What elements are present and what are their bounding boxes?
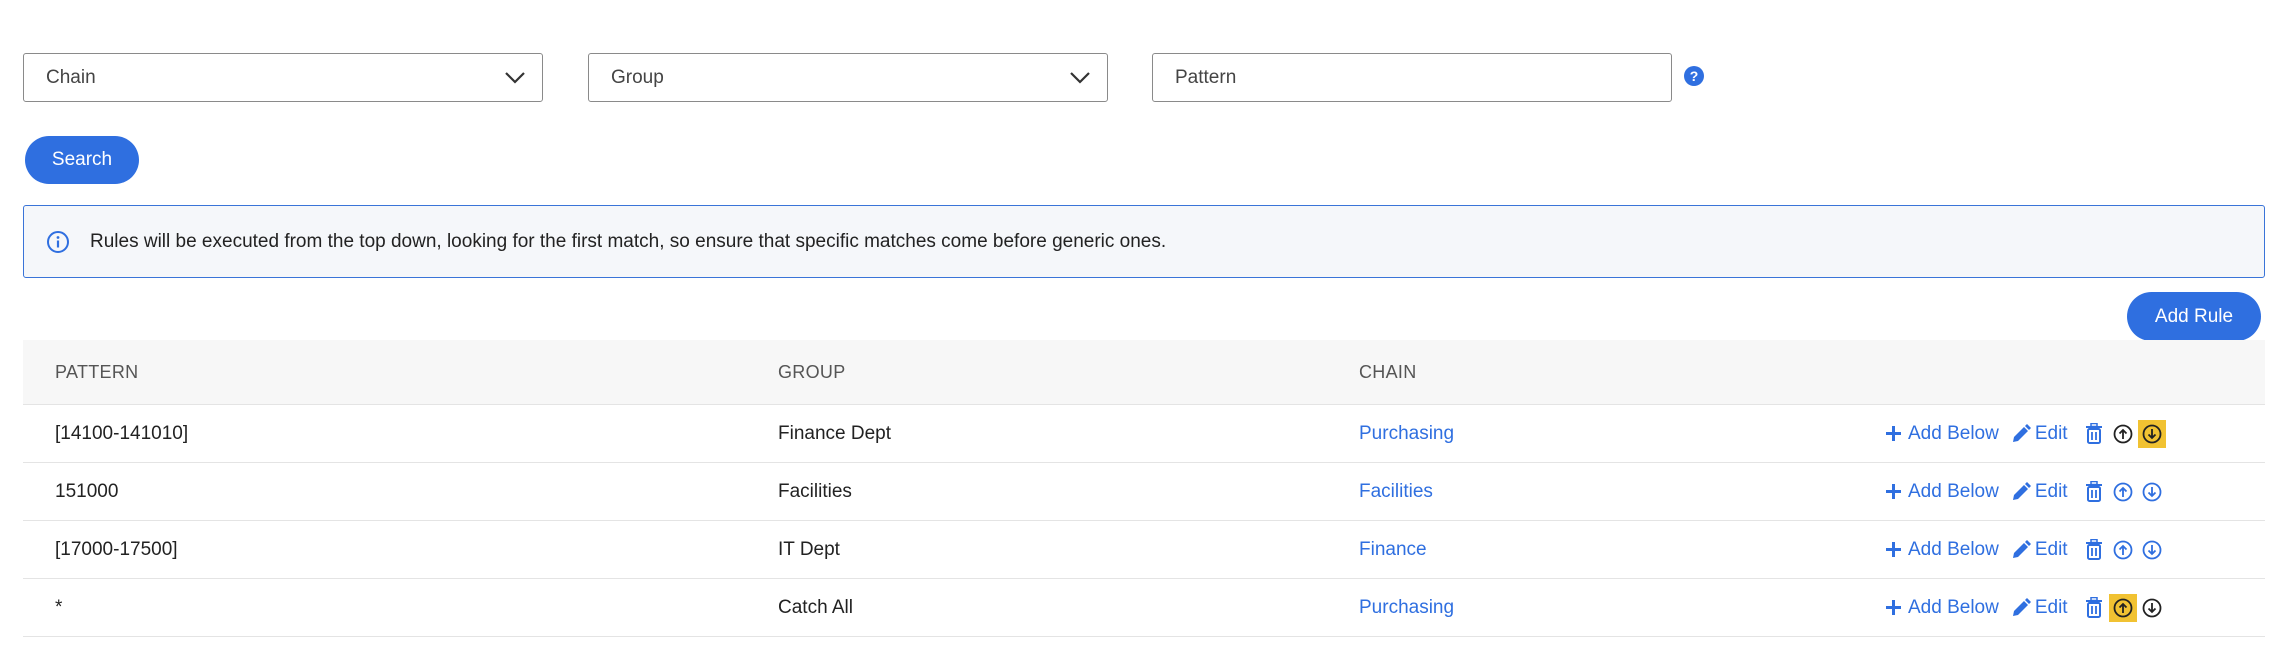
group-select-value: Group [611,66,664,88]
pencil-icon [2012,597,2031,616]
row-actions: Add Below Edit [1885,405,2167,462]
edit-label: Edit [2034,538,2068,560]
cell-chain-link[interactable]: Finance [1359,521,1427,578]
add-below-button[interactable]: Add Below [1885,423,1999,445]
arrow-circle-up-icon [2113,598,2132,617]
trash-icon [2085,597,2102,618]
add-below-label: Add Below [1908,538,1999,560]
arrow-circle-down-icon [2142,540,2161,559]
info-text: Rules will be executed from the top down… [90,230,1167,252]
chevron-down-icon [1070,72,1090,84]
edit-button[interactable]: Edit [2011,597,2068,619]
rules-table: PATTERN GROUP CHAIN [14100-141010] Finan… [23,340,2265,637]
trash-icon [2085,481,2102,502]
question-circle-icon[interactable]: ? [1683,65,1705,87]
chevron-down-icon [505,72,525,84]
move-up-button[interactable] [2108,593,2137,622]
add-below-label: Add Below [1908,480,1999,502]
move-down-button[interactable] [2138,478,2166,506]
move-down-button[interactable] [2138,594,2166,622]
filter-bar: Chain Group ? [23,53,1723,102]
edit-button[interactable]: Edit [2011,481,2068,503]
arrow-circle-up-icon [2113,424,2132,443]
row-actions: Add Below Edit [1885,463,2167,520]
cell-group: Facilities [778,480,852,502]
cell-chain-link[interactable]: Facilities [1359,463,1433,520]
table-row: * Catch All Purchasing Add Below Edit [23,579,2265,637]
arrow-circle-down-icon [2142,598,2161,617]
add-below-button[interactable]: Add Below [1885,597,1999,619]
move-up-button[interactable] [2109,536,2137,564]
delete-button[interactable] [2080,420,2108,448]
add-rule-button[interactable]: Add Rule [2127,292,2261,341]
add-below-button[interactable]: Add Below [1885,481,1999,503]
add-below-button[interactable]: Add Below [1885,539,1999,561]
cell-group: Catch All [778,596,853,618]
delete-button[interactable] [2080,594,2108,622]
trash-icon [2085,539,2102,560]
plus-icon [1886,600,1901,615]
cell-chain-link[interactable]: Purchasing [1359,579,1454,636]
cell-pattern: [14100-141010] [55,422,189,444]
chain-select[interactable]: Chain [23,53,543,102]
edit-button[interactable]: Edit [2011,423,2068,445]
cell-pattern: [17000-17500] [55,538,178,560]
svg-text:?: ? [1690,68,1699,84]
info-banner: Rules will be executed from the top down… [23,205,2265,278]
group-select[interactable]: Group [588,53,1108,102]
move-up-button[interactable] [2109,478,2137,506]
pencil-icon [2012,481,2031,500]
trash-icon [2085,423,2102,444]
table-row: [17000-17500] IT Dept Finance Add Below … [23,521,2265,579]
row-actions: Add Below Edit [1885,521,2167,578]
pencil-icon [2012,539,2031,558]
move-down-button[interactable] [2137,419,2166,448]
cell-pattern: * [55,596,63,618]
edit-label: Edit [2034,422,2068,444]
chain-select-value: Chain [46,66,96,88]
table-body: [14100-141010] Finance Dept Purchasing A… [23,405,2265,637]
info-circle-icon [47,230,69,253]
cell-pattern: 151000 [55,480,119,502]
move-down-button[interactable] [2138,536,2166,564]
table-row: 151000 Facilities Facilities Add Below E… [23,463,2265,521]
delete-button[interactable] [2080,478,2108,506]
add-below-label: Add Below [1908,422,1999,444]
arrow-circle-up-icon [2113,540,2132,559]
table-row: [14100-141010] Finance Dept Purchasing A… [23,405,2265,463]
row-actions: Add Below Edit [1885,579,2167,636]
arrow-circle-down-icon [2142,482,2161,501]
plus-icon [1886,542,1901,557]
pencil-icon [2012,423,2031,442]
header-pattern: PATTERN [55,362,139,382]
search-button[interactable]: Search [25,136,139,184]
table-header: PATTERN GROUP CHAIN [23,340,2265,405]
plus-icon [1886,426,1901,441]
move-up-button[interactable] [2109,420,2137,448]
edit-label: Edit [2034,480,2068,502]
arrow-circle-up-icon [2113,482,2132,501]
header-group: GROUP [778,362,846,382]
add-below-label: Add Below [1908,596,1999,618]
edit-button[interactable]: Edit [2011,539,2068,561]
cell-group: Finance Dept [778,422,892,444]
cell-group: IT Dept [778,538,840,560]
plus-icon [1886,484,1901,499]
cell-chain-link[interactable]: Purchasing [1359,405,1454,462]
arrow-circle-down-icon [2142,424,2161,443]
header-chain: CHAIN [1359,362,1417,382]
pattern-input[interactable] [1152,53,1672,102]
edit-label: Edit [2034,596,2068,618]
delete-button[interactable] [2080,536,2108,564]
